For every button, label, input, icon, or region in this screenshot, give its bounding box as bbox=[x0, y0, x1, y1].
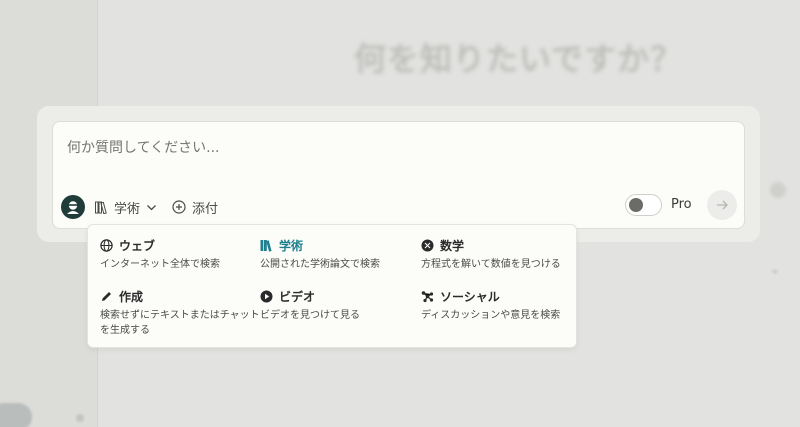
focus-option-desc: インターネット全体で検索 bbox=[100, 259, 220, 270]
focus-option-desc: ディスカッションや意見を検索 bbox=[421, 310, 561, 321]
focus-option-academic-title-row: 学術 bbox=[260, 237, 420, 253]
focus-option-writing-title-row: 作成 bbox=[100, 288, 260, 304]
play-icon bbox=[260, 290, 273, 302]
books-icon bbox=[260, 239, 272, 252]
focus-option-social[interactable]: ソーシャル ディスカッションや意見を検索 bbox=[421, 288, 581, 323]
books-icon bbox=[95, 201, 107, 214]
focus-option-desc: ビデオを見つけて見る bbox=[260, 310, 360, 321]
focus-option-math[interactable]: 数学 方程式を解いて数値を見つける bbox=[421, 237, 581, 272]
background-chevron-icon: ⌄ bbox=[770, 262, 781, 276]
focus-option-title: ウェブ bbox=[119, 238, 156, 253]
math-icon bbox=[421, 239, 434, 251]
background-page-title: 何を知りたいですか？ bbox=[354, 40, 684, 78]
focus-option-title: 作成 bbox=[119, 289, 144, 304]
pro-label: Pro bbox=[671, 197, 692, 212]
focus-option-title: ビデオ bbox=[279, 289, 316, 304]
focus-option-academic[interactable]: 学術 公開された学術論文で検索 bbox=[260, 237, 420, 272]
search-card: 学術 添付 Pro bbox=[37, 106, 760, 242]
focus-option-web-title-row: ウェブ bbox=[100, 237, 260, 253]
focus-select-label: 学術 bbox=[114, 201, 141, 217]
avatar[interactable] bbox=[61, 195, 85, 219]
focus-option-title: ソーシャル bbox=[440, 289, 500, 304]
focus-option-web[interactable]: ウェブ インターネット全体で検索 bbox=[100, 237, 260, 272]
focus-option-video[interactable]: ビデオ ビデオを見つけて見る bbox=[260, 288, 420, 323]
pencil-icon bbox=[102, 291, 111, 301]
background-new-thread-button bbox=[0, 403, 32, 427]
focus-option-desc: 公開された学術論文で検索 bbox=[260, 259, 380, 270]
focus-select-button[interactable]: 学術 bbox=[95, 194, 157, 220]
user-icon bbox=[67, 201, 79, 214]
search-box: 学術 添付 Pro bbox=[52, 121, 745, 229]
plus-circle-icon bbox=[172, 200, 186, 214]
pro-toggle-knob bbox=[629, 198, 643, 212]
network-icon bbox=[421, 290, 434, 302]
attach-button[interactable]: 添付 bbox=[172, 194, 218, 220]
arrow-right-icon bbox=[717, 200, 728, 210]
search-input[interactable] bbox=[67, 136, 707, 160]
focus-option-title: 学術 bbox=[279, 238, 304, 253]
background-icon bbox=[770, 182, 786, 198]
focus-option-video-title-row: ビデオ bbox=[260, 288, 420, 304]
chevron-down-icon bbox=[147, 204, 156, 210]
focus-option-title: 数学 bbox=[440, 238, 465, 253]
attach-label: 添付 bbox=[192, 201, 219, 217]
submit-button[interactable] bbox=[707, 190, 737, 220]
focus-dropdown: ウェブ インターネット全体で検索 学術 公開された学術論文で検索 数学 方程式を… bbox=[87, 224, 577, 348]
focus-option-desc: 方程式を解いて数値を見つける bbox=[421, 259, 561, 270]
focus-option-desc: 検索せずにテキストまたはチャットを生成する bbox=[100, 310, 260, 336]
background-dot bbox=[76, 414, 84, 422]
globe-icon bbox=[100, 238, 113, 252]
pro-toggle[interactable] bbox=[625, 194, 662, 216]
focus-option-writing[interactable]: 作成 検索せずにテキストまたはチャットを生成する bbox=[100, 288, 260, 338]
focus-option-social-title-row: ソーシャル bbox=[421, 288, 581, 304]
focus-option-math-title-row: 数学 bbox=[421, 237, 581, 253]
